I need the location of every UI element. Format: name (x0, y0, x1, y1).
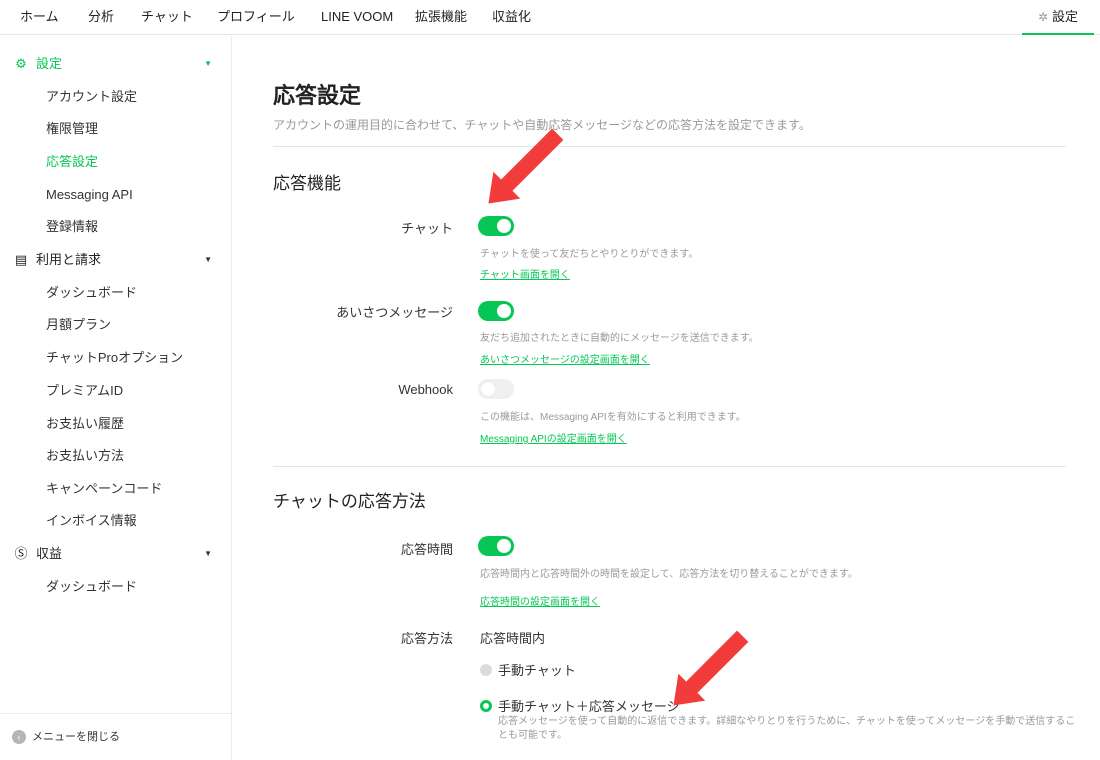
feature-label-greeting: あいさつメッセージ (336, 305, 453, 320)
tab-analytics[interactable]: 分析 (88, 0, 114, 35)
response-time-toggle[interactable] (478, 536, 514, 556)
divider (273, 146, 1066, 147)
sidebar: ⚙ 設定 ▼ アカウント設定 権限管理 応答設定 Messaging API 登録… (0, 36, 232, 760)
open-response-time-settings-link[interactable]: 応答時間の設定画面を開く (480, 593, 600, 608)
sidebar-section-label: 利用と請求 (36, 252, 102, 267)
toggle-knob (481, 382, 495, 396)
sidebar-item-permissions[interactable]: 権限管理 (46, 118, 226, 140)
gear-icon: ⚙ (15, 56, 27, 71)
page-title: 応答設定 (273, 83, 362, 108)
chat-toggle[interactable] (478, 216, 514, 236)
greeting-message-toggle[interactable] (478, 301, 514, 321)
sidebar-section-revenue[interactable]: Ⓢ 収益 ▼ (12, 543, 212, 565)
tab-home[interactable]: ホーム (20, 0, 59, 35)
response-method-label: 応答方法 (400, 631, 453, 646)
sidebar-section-billing[interactable]: ▤ 利用と請求 ▼ (12, 249, 212, 271)
divider (273, 466, 1066, 467)
feature-label-webhook: Webhook (398, 382, 453, 397)
receipt-icon: ▤ (14, 252, 28, 267)
open-greeting-settings-link[interactable]: あいさつメッセージの設定画面を開く (480, 351, 650, 366)
sidebar-section-settings[interactable]: ⚙ 設定 ▼ (12, 53, 212, 75)
sidebar-section-label: 収益 (36, 546, 63, 561)
tab-extensions[interactable]: 拡張機能 (415, 0, 467, 35)
sidebar-item-campaign-code[interactable]: キャンペーンコード (46, 478, 226, 500)
sidebar-item-response-settings[interactable]: 応答設定 (46, 151, 226, 173)
caret-down-icon: ▼ (204, 549, 212, 558)
radio-circle (480, 700, 492, 712)
feature-desc-webhook: この機能は、Messaging APIを有効にすると利用できます。 (480, 412, 746, 423)
collapse-menu-button[interactable]: ‹ メニューを閉じる (12, 728, 120, 746)
sidebar-item-messaging-api[interactable]: Messaging API (46, 184, 226, 206)
sidebar-item-chat-pro-option[interactable]: チャットProオプション (46, 347, 226, 369)
sidebar-item-registration-info[interactable]: 登録情報 (46, 216, 226, 238)
tab-monetization[interactable]: 収益化 (492, 0, 531, 35)
collapse-menu-label: メニューを閉じる (32, 731, 120, 743)
radio-manual-chat-auto-response[interactable]: 手動チャット＋応答メッセージ (480, 696, 680, 715)
page-subtitle: アカウントの運用目的に合わせて、チャットや自動応答メッセージなどの応答方法を設定… (273, 118, 811, 132)
within-hours-heading: 応答時間内 (480, 631, 546, 646)
open-chat-link[interactable]: チャット画面を開く (480, 266, 570, 281)
caret-down-icon: ▼ (204, 255, 212, 264)
feature-desc-greeting: 友だち追加されたときに自動的にメッセージを送信できます。 (480, 333, 759, 344)
sidebar-divider (0, 713, 231, 714)
tab-profile[interactable]: プロフィール (217, 0, 295, 35)
chevron-left-icon: ‹ (12, 730, 26, 745)
section-title-response-features: 応答機能 (273, 174, 341, 193)
sidebar-item-invoice-info[interactable]: インボイス情報 (46, 510, 226, 532)
response-time-desc: 応答時間内と応答時間外の時間を設定して、応答方法を切り替えることができます。 (480, 569, 858, 580)
radio-label: 手動チャット (498, 663, 576, 678)
open-messaging-api-settings-link[interactable]: Messaging APIの設定画面を開く (480, 430, 627, 445)
toggle-knob (497, 304, 511, 318)
caret-down-icon: ▼ (204, 59, 212, 68)
toggle-knob (497, 539, 511, 553)
radio-circle (480, 664, 492, 676)
section-title-chat-response: チャットの応答方法 (273, 492, 426, 511)
tab-chat[interactable]: チャット (141, 0, 193, 35)
coin-icon: Ⓢ (14, 546, 28, 561)
response-time-label: 応答時間 (400, 542, 453, 557)
webhook-toggle[interactable] (478, 379, 514, 399)
sidebar-item-billing-dashboard[interactable]: ダッシュボード (46, 282, 226, 304)
sidebar-item-payment-method[interactable]: お支払い方法 (46, 445, 226, 467)
gear-icon: ✲ (1037, 10, 1049, 24)
main-content: 応答設定 アカウントの運用目的に合わせて、チャットや自動応答メッセージなどの応答… (233, 36, 1100, 760)
tab-settings-label: 設定 (1052, 9, 1079, 24)
sidebar-item-revenue-dashboard[interactable]: ダッシュボード (46, 576, 226, 598)
sidebar-item-payment-history[interactable]: お支払い履歴 (46, 413, 226, 435)
sidebar-item-monthly-plan[interactable]: 月額プラン (46, 314, 226, 336)
top-navigation: ホーム 分析 チャット プロフィール LINE VOOM 拡張機能 収益化 ✲ 設… (0, 0, 1100, 35)
tab-settings[interactable]: ✲ 設定 (1022, 0, 1094, 35)
radio-label: 手動チャット＋応答メッセージ (498, 699, 680, 714)
sidebar-section-label: 設定 (36, 56, 63, 71)
sidebar-item-premium-id[interactable]: プレミアムID (46, 380, 226, 402)
toggle-knob (497, 219, 511, 233)
sidebar-item-account-settings[interactable]: アカウント設定 (46, 86, 226, 108)
feature-label-chat: チャット (401, 221, 453, 236)
radio-desc-auto-response: 応答メッセージを使って自動的に返信できます。詳細なやりとりを行うために、チャット… (498, 716, 1076, 741)
radio-manual-chat[interactable]: 手動チャット (480, 660, 576, 679)
tab-line-voom[interactable]: LINE VOOM (321, 0, 393, 35)
feature-desc-chat: チャットを使って友だちとやりとりができます。 (480, 249, 699, 260)
